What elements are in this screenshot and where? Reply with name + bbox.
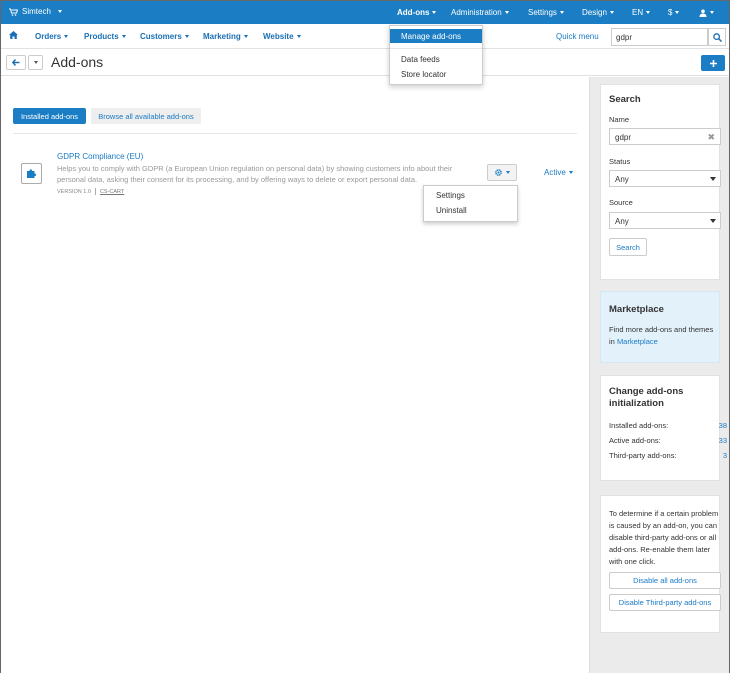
chevron-down-icon: [432, 11, 437, 14]
arrow-left-icon: [12, 59, 20, 66]
chevron-down-icon: [33, 61, 38, 64]
home-link[interactable]: [9, 31, 18, 41]
menu-language[interactable]: EN: [632, 1, 651, 24]
title-bar: Add-ons: [1, 49, 729, 76]
history-dropdown-button[interactable]: [28, 55, 43, 70]
addon-version: VERSION 1.0: [57, 188, 91, 195]
back-button[interactable]: [6, 55, 26, 70]
sidebar: Search Name gdpr ✖ Status Any Source Any…: [589, 77, 729, 673]
addon-vendor-link[interactable]: CS-CART: [100, 189, 124, 195]
add-addon-button[interactable]: [701, 55, 725, 71]
nav-customers[interactable]: Customers: [140, 32, 189, 41]
quick-menu-link[interactable]: Quick menu: [556, 32, 599, 41]
disable-all-addons-button[interactable]: Disable all add-ons: [609, 572, 721, 589]
global-search-input[interactable]: gdpr: [611, 28, 708, 46]
addon-status-dropdown[interactable]: Active: [544, 168, 573, 177]
chevron-down-icon: [296, 35, 301, 39]
name-filter-input[interactable]: gdpr ✖: [609, 128, 721, 145]
marketplace-text: Find more add-ons and themes in Marketpl…: [609, 325, 714, 346]
source-select[interactable]: Any: [609, 212, 721, 229]
menu-currency[interactable]: $: [668, 1, 680, 24]
menu-item-manage-addons[interactable]: Manage add-ons: [390, 29, 482, 43]
chevron-down-icon: [121, 35, 126, 39]
chevron-down-icon: [64, 35, 69, 39]
chevron-down-icon: [646, 11, 651, 14]
name-label: Name: [609, 115, 630, 124]
initialization-title: Change add-ons initialization: [609, 386, 684, 409]
nav-website[interactable]: Website: [263, 32, 301, 41]
menu-item-settings[interactable]: Settings: [436, 191, 465, 200]
nav-marketing[interactable]: Marketing: [203, 32, 248, 41]
addon-description: Helps you to comply with GDPR (a Europea…: [57, 164, 453, 184]
menu-item-data-feeds[interactable]: Data feeds: [390, 52, 482, 66]
chevron-down-icon: [184, 35, 189, 39]
tab-installed-addons[interactable]: Installed add-ons: [13, 108, 86, 124]
user-icon: [699, 9, 707, 17]
home-icon: [9, 31, 18, 39]
chevron-down-icon: [559, 11, 564, 14]
stat-installed-addons: Installed add-ons: 38: [609, 421, 727, 430]
menu-item-uninstall[interactable]: Uninstall: [436, 206, 467, 215]
menu-administration[interactable]: Administration: [451, 1, 509, 24]
search-panel: Search Name gdpr ✖ Status Any Source Any…: [600, 84, 721, 280]
disable-addons-panel: To determine if a certain problem is cau…: [600, 495, 721, 633]
status-select[interactable]: Any: [609, 170, 721, 187]
menu-design[interactable]: Design: [582, 1, 614, 24]
chevron-down-icon: [609, 11, 614, 14]
chevron-down-icon: [710, 219, 716, 223]
clear-icon[interactable]: ✖: [707, 132, 715, 143]
chevron-down-icon: [568, 171, 573, 175]
addon-actions-menu: Settings Uninstall: [423, 185, 518, 222]
brand-name: Simtech: [22, 7, 51, 16]
puzzle-icon: [27, 169, 37, 178]
addons-menu-dropdown: Manage add-ons Data feeds Store locator: [389, 25, 483, 85]
cart-icon: [9, 8, 18, 16]
stat-value-link[interactable]: 33: [719, 436, 727, 445]
chevron-down-icon: [504, 11, 509, 14]
marketplace-title: Marketplace: [609, 304, 664, 315]
chevron-down-icon: [243, 35, 248, 39]
addon-actions-button[interactable]: [487, 164, 517, 181]
menu-settings[interactable]: Settings: [528, 1, 564, 24]
stat-active-addons: Active add-ons: 33: [609, 436, 727, 445]
tab-divider: [13, 133, 577, 134]
menu-item-store-locator[interactable]: Store locator: [390, 67, 482, 81]
top-bar: Simtech Add-ons Administration Settings …: [1, 1, 729, 24]
nav-products[interactable]: Products: [84, 32, 126, 41]
chevron-down-icon: [506, 171, 510, 174]
main-content: Installed add-ons Browse all available a…: [1, 77, 589, 673]
page-title: Add-ons: [51, 54, 104, 70]
store-selector[interactable]: Simtech: [9, 7, 62, 16]
disable-help-text: To determine if a certain problem is cau…: [609, 509, 719, 566]
search-icon: [712, 32, 722, 42]
status-label: Status: [609, 157, 631, 166]
disable-third-party-addons-button[interactable]: Disable Third-party add-ons: [609, 594, 721, 611]
stat-value-link[interactable]: 3: [723, 451, 727, 460]
stat-value-link[interactable]: 38: [719, 421, 727, 430]
addon-name-link[interactable]: GDPR Compliance (EU): [57, 152, 143, 161]
menu-addons[interactable]: Add-ons: [397, 1, 437, 24]
menu-divider: [390, 48, 482, 49]
initialization-panel: Change add-ons initialization Installed …: [600, 375, 727, 481]
tab-browse-addons[interactable]: Browse all available add-ons: [91, 108, 201, 124]
source-label: Source: [609, 198, 633, 207]
stat-third-party-addons: Third-party add-ons: 3: [609, 451, 727, 460]
menu-user[interactable]: [699, 1, 714, 24]
plus-icon: [709, 59, 717, 67]
search-panel-title: Search: [609, 94, 641, 105]
global-search-button[interactable]: [708, 28, 726, 46]
marketplace-panel: Marketplace Find more add-ons and themes…: [600, 291, 720, 363]
addon-icon: [21, 163, 42, 184]
chevron-down-icon: [675, 11, 680, 14]
search-button[interactable]: Search: [609, 238, 647, 256]
meta-divider: [94, 188, 96, 195]
chevron-down-icon: [57, 10, 62, 13]
chevron-down-icon: [710, 11, 714, 14]
gear-icon: [495, 169, 502, 176]
chevron-down-icon: [710, 177, 716, 181]
marketplace-link[interactable]: Marketplace: [617, 337, 658, 346]
nav-orders[interactable]: Orders: [35, 32, 69, 41]
addon-meta: VERSION 1.0 CS-CART: [57, 188, 124, 195]
